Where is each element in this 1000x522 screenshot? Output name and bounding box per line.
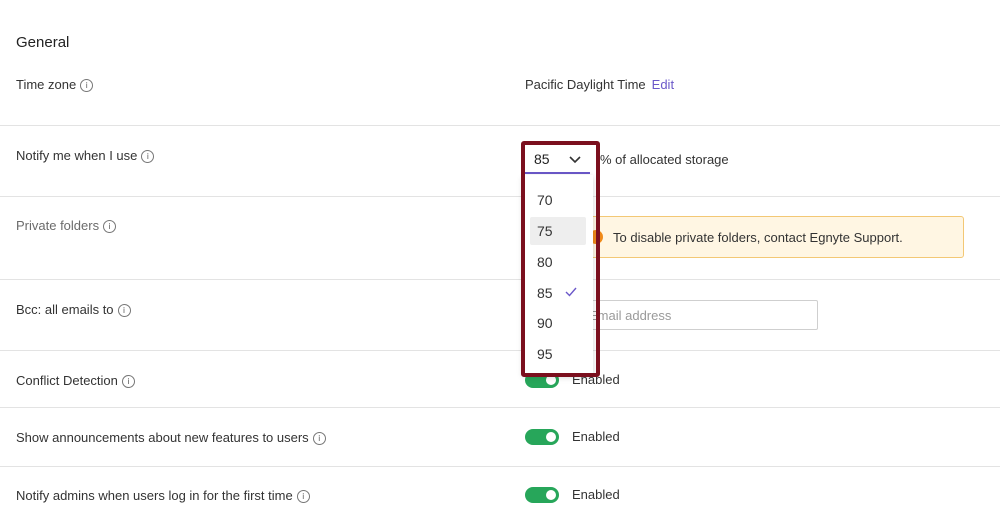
- conflict-detection-label: Conflict Detection i: [16, 373, 135, 388]
- notify-storage-label-text: Notify me when I use: [16, 148, 138, 163]
- chevron-down-icon: [569, 156, 581, 164]
- divider: [0, 407, 1000, 408]
- announcements-label-text: Show announcements about new features to…: [16, 430, 309, 445]
- notify-admins-toggle[interactable]: [525, 487, 559, 503]
- dropdown-option[interactable]: 80: [530, 248, 586, 276]
- info-icon[interactable]: i: [103, 220, 117, 233]
- info-icon[interactable]: i: [80, 79, 94, 92]
- info-icon[interactable]: i: [141, 150, 155, 163]
- notice-text: To disable private folders, contact Egny…: [613, 230, 903, 245]
- storage-suffix: % of allocated storage: [600, 152, 729, 167]
- divider: [0, 196, 1000, 197]
- dropdown-option[interactable]: 95: [530, 340, 586, 368]
- section-title: General: [16, 34, 70, 51]
- private-folders-label-text: Private folders: [16, 218, 100, 233]
- dropdown-option[interactable]: 90: [530, 309, 586, 337]
- divider: [0, 466, 1000, 467]
- dropdown-option-selected[interactable]: 85: [530, 279, 586, 307]
- divider: [0, 125, 1000, 126]
- private-folders-notice: To disable private folders, contact Egny…: [578, 216, 964, 258]
- time-zone-text: Pacific Daylight Time: [525, 77, 646, 92]
- toggle-knob: [546, 490, 556, 500]
- toggle-knob: [546, 432, 556, 442]
- storage-threshold-dropdown: 70 75 80 85 90 95: [523, 175, 593, 375]
- info-icon[interactable]: i: [296, 490, 310, 503]
- private-folders-label: Private folders i: [16, 218, 117, 233]
- conflict-detection-label-text: Conflict Detection: [16, 373, 118, 388]
- announcements-label: Show announcements about new features to…: [16, 430, 326, 445]
- divider: [0, 350, 1000, 351]
- announcements-status: Enabled: [572, 429, 620, 444]
- bcc-email-input[interactable]: [580, 300, 818, 330]
- divider: [0, 279, 1000, 280]
- storage-threshold-select[interactable]: 85: [524, 146, 590, 174]
- info-icon[interactable]: i: [312, 432, 326, 445]
- info-icon[interactable]: i: [117, 304, 131, 317]
- bcc-label-text: Bcc: all emails to: [16, 302, 114, 317]
- notify-storage-label: Notify me when I use i: [16, 148, 155, 163]
- toggle-knob: [546, 375, 556, 385]
- storage-threshold-value: 85: [534, 151, 550, 167]
- dropdown-option[interactable]: 75: [530, 217, 586, 245]
- notify-admins-label-text: Notify admins when users log in for the …: [16, 488, 293, 503]
- time-zone-value: Pacific Daylight Time Edit: [525, 77, 674, 92]
- check-icon: [565, 287, 577, 297]
- info-icon[interactable]: i: [121, 375, 135, 388]
- notify-admins-status: Enabled: [572, 487, 620, 502]
- dropdown-option[interactable]: 70: [530, 186, 586, 214]
- bcc-label: Bcc: all emails to i: [16, 302, 131, 317]
- notify-admins-label: Notify admins when users log in for the …: [16, 488, 310, 503]
- announcements-toggle[interactable]: [525, 429, 559, 445]
- time-zone-label-text: Time zone: [16, 77, 77, 92]
- time-zone-label: Time zone i: [16, 77, 94, 92]
- edit-time-zone-link[interactable]: Edit: [652, 77, 674, 92]
